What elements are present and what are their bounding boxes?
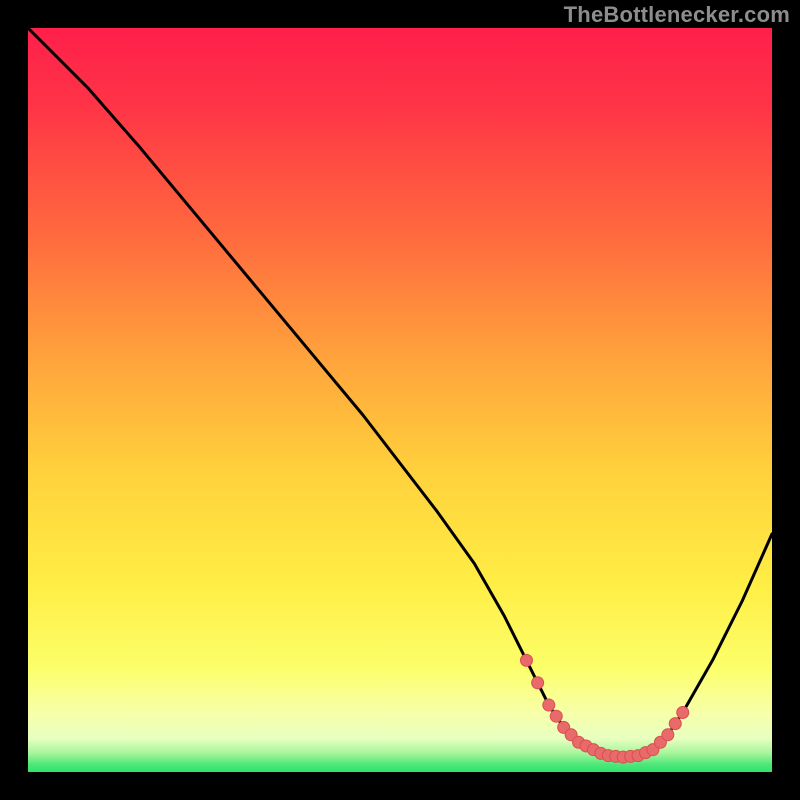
marker-dot: [520, 654, 532, 666]
marker-dot: [550, 710, 562, 722]
plot-area: [28, 28, 772, 772]
marker-dot: [543, 699, 555, 711]
gradient-background: [28, 28, 772, 772]
marker-dot: [677, 706, 689, 718]
marker-dot: [669, 718, 681, 730]
watermark-text: TheBottlenecker.com: [564, 2, 790, 28]
chart-container: TheBottlenecker.com: [0, 0, 800, 800]
marker-dot: [532, 677, 544, 689]
chart-svg: [28, 28, 772, 772]
marker-dot: [662, 729, 674, 741]
